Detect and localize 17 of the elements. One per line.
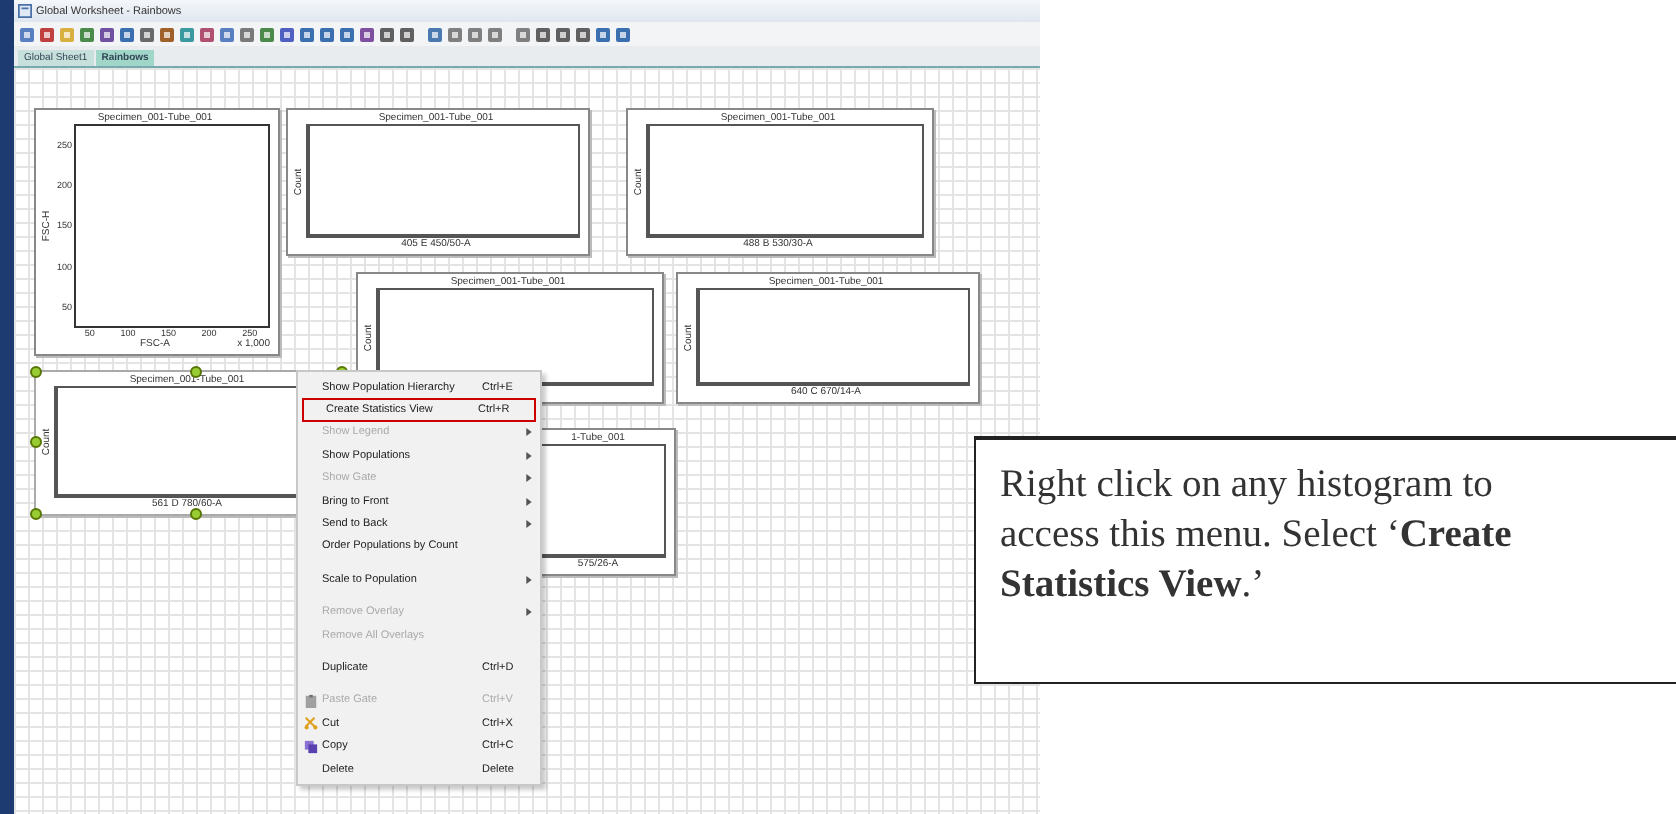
- resize-handle[interactable]: [189, 366, 201, 378]
- resize-handle[interactable]: [189, 508, 201, 520]
- resize-handle[interactable]: [30, 435, 42, 448]
- submenu-arrow-icon: [526, 451, 532, 460]
- submenu-arrow-icon: [526, 608, 532, 617]
- submenu-arrow-icon: [526, 520, 532, 529]
- copy-icon: [303, 739, 317, 754]
- clipboard-icon: [303, 693, 317, 708]
- resize-handle[interactable]: [30, 508, 42, 520]
- submenu-arrow-icon: [526, 474, 532, 483]
- submenu-arrow-icon: [526, 497, 532, 506]
- instruction-text: Right click on any histogram to access this menu. Select ‘Create Statistics View.’: [1000, 464, 1512, 606]
- worksheet-icon: [18, 4, 32, 18]
- resize-handle[interactable]: [30, 366, 42, 378]
- submenu-arrow-icon: [526, 575, 532, 584]
- submenu-arrow-icon: [526, 428, 532, 437]
- scissors-icon: [303, 716, 317, 731]
